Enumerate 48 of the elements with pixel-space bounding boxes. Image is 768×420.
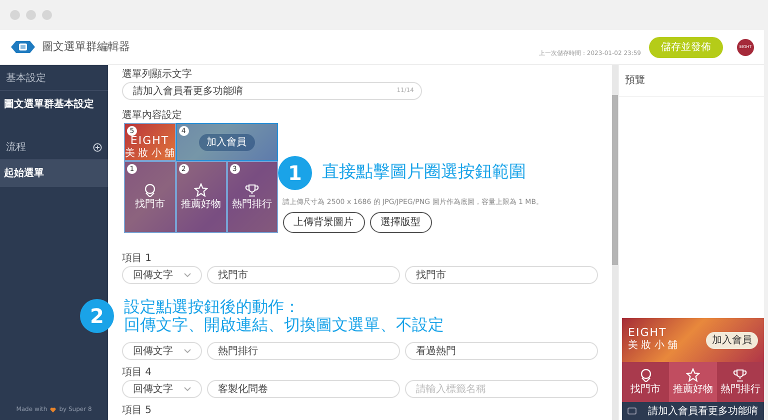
menu-button[interactable]: 找門市 xyxy=(622,362,670,402)
chevron-down-icon xyxy=(184,386,191,392)
field-label: 選單內容設定 xyxy=(122,110,183,122)
brand-subtitle: 美 妝 小 舖 xyxy=(125,146,175,161)
item-label: 項目 1 xyxy=(122,253,153,265)
star-icon xyxy=(194,182,208,196)
brand-subtitle: 美 妝 小 舖 xyxy=(628,338,678,353)
brand-logo-text: EIGHT xyxy=(130,135,170,146)
section-heading: 流程 xyxy=(6,140,26,155)
area-label: 熱門排行 xyxy=(232,198,272,212)
star-icon xyxy=(686,368,700,382)
chat-bar[interactable]: 請加入會員看更多功能唷 xyxy=(622,402,764,420)
menu-button[interactable]: 熱門排行 xyxy=(716,362,764,402)
area-label: 找門市 xyxy=(134,198,165,212)
text-input[interactable]: 找門市 xyxy=(207,266,400,284)
logo-icon xyxy=(10,40,36,54)
upload-background-button[interactable]: 上傳背景圖片 xyxy=(282,212,365,233)
pin-icon xyxy=(142,182,157,196)
chevron-down-icon xyxy=(184,272,191,278)
action-dropdown[interactable]: 回傳文字 xyxy=(122,266,202,284)
trophy-icon xyxy=(733,368,748,382)
scrollbar-thumb[interactable] xyxy=(612,95,618,265)
sidebar-item[interactable]: 起始選單 xyxy=(0,160,108,187)
text-input[interactable]: 客製化問卷 xyxy=(207,380,400,398)
menu-button[interactable]: 推薦好物 xyxy=(669,362,717,402)
item-label: 項目 4 xyxy=(122,367,153,379)
choose-template-button[interactable]: 選擇版型 xyxy=(370,212,432,233)
join-member-button[interactable]: 加入會員 xyxy=(706,332,758,348)
action-dropdown[interactable]: 回傳文字 xyxy=(122,380,202,398)
item-label: 項目 5 xyxy=(122,405,153,417)
brand-logo-text: EIGHT xyxy=(628,327,668,338)
preview-title: 預覽 xyxy=(619,65,764,97)
sidebar-item[interactable]: 圖文選單群基本設定 xyxy=(0,91,108,118)
tag-input[interactable]: 找門市 xyxy=(405,266,598,284)
tag-input[interactable]: 看過熱門 xyxy=(405,342,598,360)
pin-icon xyxy=(638,368,653,382)
section-heading: 基本設定 xyxy=(6,72,46,86)
heart-icon xyxy=(50,406,56,412)
chevron-down-icon xyxy=(184,348,191,354)
area-label: 推薦好物 xyxy=(181,198,222,212)
field-label: 選單列顯示文字 xyxy=(122,69,193,81)
step-number-badge: 1 xyxy=(278,156,312,190)
tag-input[interactable]: 請輸入標籤名稱 xyxy=(405,380,598,398)
text-input[interactable]: 熱門排行 xyxy=(207,342,400,360)
trophy-icon xyxy=(245,182,260,196)
action-dropdown[interactable]: 回傳文字 xyxy=(122,342,202,360)
app-title: 圖文選單群編輯器 xyxy=(42,38,130,55)
join-member-button: 加入會員 xyxy=(198,134,255,150)
